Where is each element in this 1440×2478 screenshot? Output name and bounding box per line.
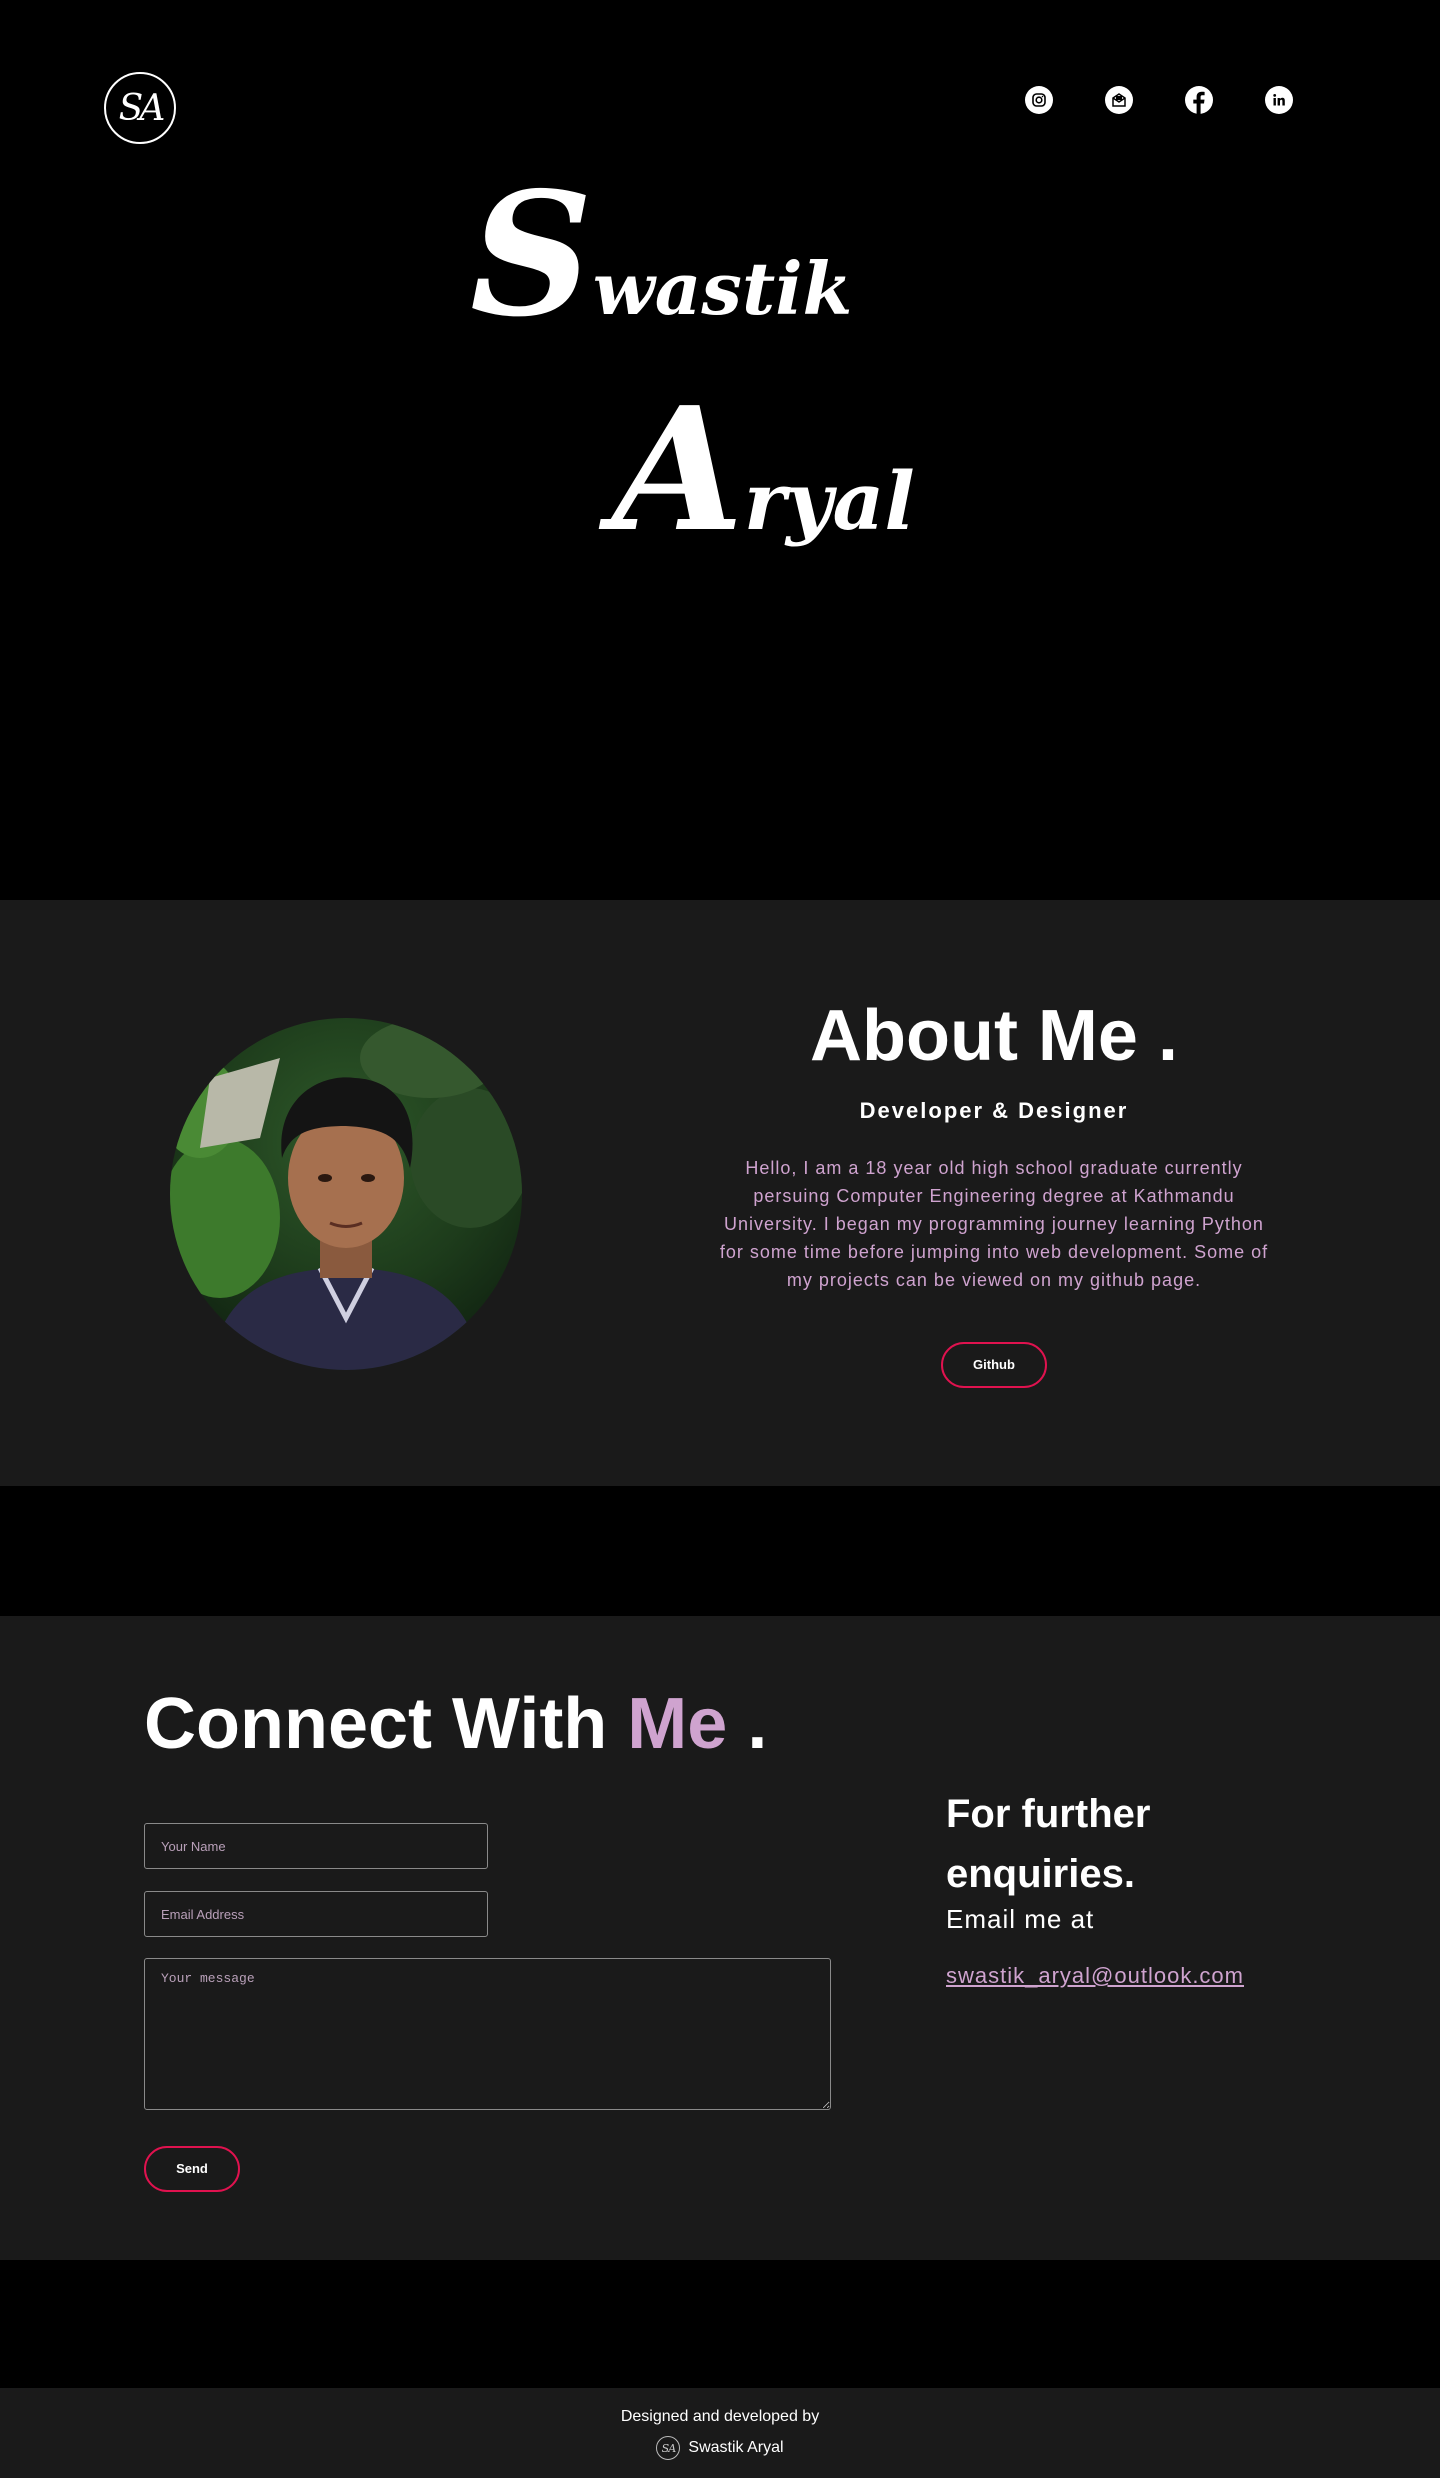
social-links	[1025, 86, 1293, 114]
about-section: About Me . Developer & Designer Hello, I…	[0, 900, 1440, 1486]
facebook-link[interactable]	[1185, 86, 1213, 114]
hero-section: SA Swastik Aryal	[0, 0, 1440, 900]
email-prompt: Email me at	[946, 1904, 1095, 1934]
footer-credit: Designed and developed by	[620, 2408, 820, 2425]
instagram-link[interactable]	[1025, 86, 1053, 114]
profile-photo	[170, 1018, 522, 1370]
connect-title-prefix: Connect With	[144, 1684, 628, 1764]
about-content: About Me . Developer & Designer Hello, I…	[700, 1000, 1288, 1388]
connect-title-suffix: .	[727, 1684, 768, 1764]
connect-title-accent: Me	[627, 1684, 728, 1764]
footer: Designed and developed by SA Swastik Ary…	[0, 2388, 1440, 2478]
last-name-rest: ryal	[743, 454, 915, 548]
message-textarea[interactable]	[144, 1958, 831, 2110]
hero-last-name: Aryal	[612, 385, 915, 555]
footer-logo: SA	[656, 2436, 681, 2460]
section-divider	[0, 1486, 1440, 1616]
footer-author: SA Swastik Aryal	[656, 2436, 784, 2460]
hero-first-name: Swastik	[470, 170, 852, 340]
email-link[interactable]: swastik_aryal@outlook.com	[946, 1963, 1244, 1989]
enquiries-title: For further enquiries.	[946, 1792, 1151, 1896]
first-name-rest: wastik	[592, 246, 853, 331]
name-input[interactable]	[144, 1823, 488, 1869]
logo[interactable]: SA	[104, 72, 176, 144]
profile-photo-art	[170, 1018, 522, 1370]
connect-title: Connect With Me .	[144, 1688, 767, 1760]
logo-text: SA	[118, 87, 166, 129]
about-title: About Me .	[810, 996, 1178, 1076]
send-button[interactable]: Send	[144, 2146, 240, 2192]
connect-section: Connect With Me . Send For further enqui…	[0, 1616, 1440, 2260]
enquiries-block: For further enquiries. Email me at swast…	[946, 1784, 1306, 1989]
mail-icon	[1112, 93, 1126, 107]
linkedin-icon	[1273, 94, 1285, 106]
last-name-initial: A	[612, 370, 744, 570]
github-button[interactable]: Github	[941, 1342, 1047, 1388]
instagram-icon	[1032, 93, 1046, 107]
section-divider	[0, 2260, 1440, 2388]
first-name-initial: S	[470, 155, 593, 355]
email-input[interactable]	[144, 1891, 488, 1937]
linkedin-link[interactable]	[1265, 86, 1293, 114]
about-description: Hello, I am a 18 year old high school gr…	[719, 1158, 1269, 1290]
mail-link[interactable]	[1105, 86, 1133, 114]
about-subtitle: Developer & Designer	[859, 1098, 1129, 1123]
footer-author-name: Swastik Aryal	[688, 2439, 784, 2456]
facebook-icon	[1193, 91, 1205, 114]
